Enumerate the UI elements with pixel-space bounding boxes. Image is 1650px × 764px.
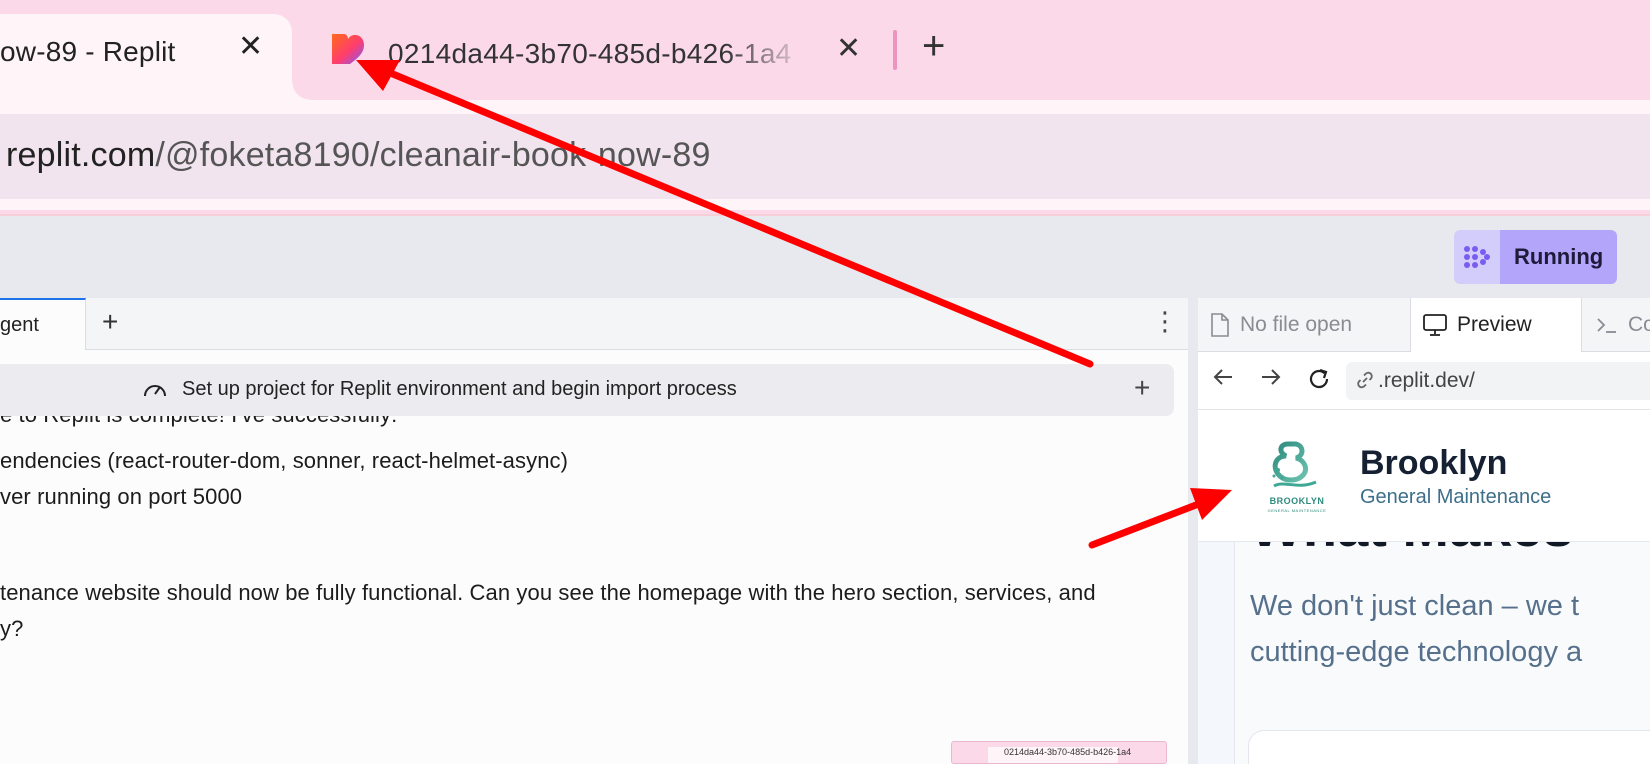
tab-agent[interactable]: gent: [0, 298, 86, 350]
screenshot-thumbnail[interactable]: 0214da44-3b70-485d-b426-1a4: [951, 741, 1167, 764]
reload-icon[interactable]: [1306, 366, 1332, 397]
url-path: /@foketa8190/cleanair-book-now-89: [155, 136, 711, 174]
tab-no-file-label: No file open: [1240, 313, 1353, 336]
address-url: replit.com/@foketa8190/cleanair-book-now…: [6, 136, 711, 175]
workflow-icon[interactable]: [1454, 230, 1500, 284]
heart-favicon-icon: [332, 34, 364, 64]
close-tab-icon[interactable]: ✕: [836, 34, 861, 64]
run-controls: Running: [1454, 230, 1618, 284]
agent-panel: gent + ⋮ e to Replit is complete! I've s…: [0, 298, 1188, 764]
close-tab-icon[interactable]: ✕: [238, 32, 263, 62]
hero-line: We don't just clean – we t: [1250, 590, 1580, 622]
website-preview: BROOKLYN GENERAL MAINTENANCE Brooklyn Ge…: [1198, 410, 1650, 764]
tab-curve: [292, 82, 310, 100]
gauge-icon: [144, 385, 166, 397]
tab-separator: [893, 30, 897, 70]
site-header: BROOKLYN GENERAL MAINTENANCE Brooklyn Ge…: [1198, 410, 1650, 542]
logo-text: BROOKLYN: [1269, 496, 1325, 506]
more-options-icon[interactable]: ⋮: [1152, 308, 1178, 334]
message-clip: e to Replit is complete! I've successful…: [0, 416, 1188, 446]
file-icon: [1210, 313, 1230, 337]
forward-arrow-icon[interactable]: [1260, 366, 1282, 393]
url-host: replit.com: [6, 136, 156, 174]
brand-tagline: General Maintenance: [1360, 486, 1552, 508]
tab-title: ow-89 - Replit: [0, 36, 176, 67]
hero-line: cutting-edge technology a: [1250, 636, 1583, 668]
message-line: y?: [0, 616, 24, 641]
message-line: tenance website should now be fully func…: [0, 580, 1096, 605]
tab-preview[interactable]: Preview: [1410, 298, 1582, 352]
browser-toolbar: replit.com/@foketa8190/cleanair-book-now…: [0, 100, 1650, 210]
preview-url-text: .replit.dev/: [1378, 369, 1475, 392]
preview-panel: No file open Preview Co .replit.dev/ BRO…: [1198, 298, 1650, 764]
tab-agent-label: gent: [0, 314, 39, 336]
browser-tab-strip: ow-89 - Replit ✕ 0214da44-3b70-485d-b426…: [0, 0, 1650, 100]
panel-divider[interactable]: [1188, 298, 1198, 764]
task-header[interactable]: Set up project for Replit environment an…: [0, 364, 1174, 416]
back-arrow-icon[interactable]: [1212, 366, 1234, 393]
preview-url-field[interactable]: .replit.dev/: [1346, 362, 1650, 400]
new-tab-button[interactable]: +: [922, 26, 945, 66]
tab-title: 0214da44-3b70-485d-b426-1a4: [388, 38, 792, 69]
preview-tab-bar: No file open Preview Co: [1198, 298, 1650, 352]
tab-console[interactable]: Co: [1596, 298, 1650, 352]
message-line: e to Replit is complete! I've successful…: [0, 416, 397, 428]
preview-nav-bar: .replit.dev/: [1198, 352, 1650, 410]
agent-tab-bar: gent + ⋮: [0, 298, 1188, 350]
task-title: Set up project for Replit environment an…: [182, 378, 737, 400]
brooklyn-logo[interactable]: BROOKLYN GENERAL MAINTENANCE: [1264, 440, 1330, 518]
tab-no-file[interactable]: No file open: [1210, 298, 1352, 352]
message-line: endencies (react-router-dom, sonner, rea…: [0, 448, 569, 473]
address-bar[interactable]: replit.com/@foketa8190/cleanair-book-now…: [0, 114, 1650, 199]
message-line: ver running on port 5000: [0, 484, 243, 509]
feature-card: [1248, 730, 1650, 764]
brand-name[interactable]: Brooklyn: [1360, 444, 1507, 483]
link-icon: [1356, 371, 1374, 394]
task-add-button[interactable]: +: [1134, 374, 1150, 402]
replit-header: Running: [0, 216, 1650, 298]
thumbnail-tab-title: 0214da44-3b70-485d-b426-1a4: [988, 747, 1131, 763]
browser-tab-replit[interactable]: ow-89 - Replit ✕: [0, 14, 310, 100]
running-button[interactable]: Running: [1500, 230, 1618, 284]
logo-subtext: GENERAL MAINTENANCE: [1267, 508, 1327, 513]
tab-console-label: Co: [1628, 313, 1650, 336]
tab-preview-label: Preview: [1457, 313, 1532, 336]
monitor-icon: [1423, 314, 1447, 336]
terminal-icon: [1596, 316, 1618, 334]
add-tab-button[interactable]: +: [102, 308, 118, 336]
browser-tab-uuid[interactable]: 0214da44-3b70-485d-b426-1a4 ✕: [322, 20, 882, 90]
